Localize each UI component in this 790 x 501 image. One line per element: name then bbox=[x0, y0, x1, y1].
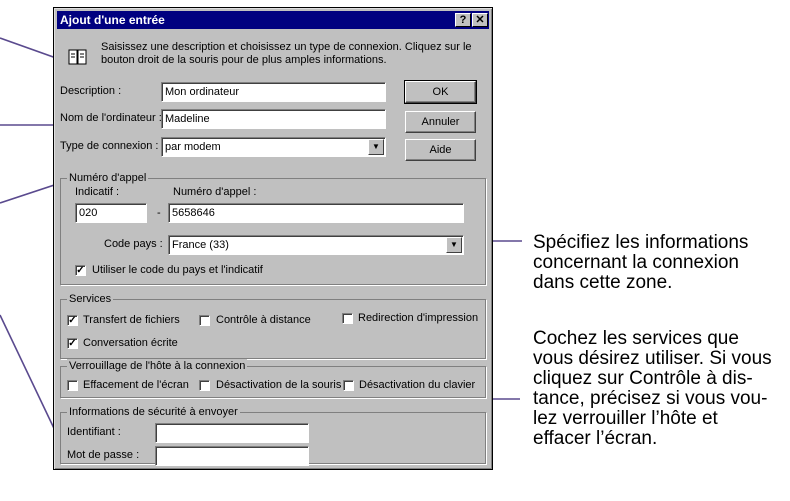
computer-name-label: Nom de l'ordinateur : bbox=[60, 112, 162, 124]
file-transfer-checkbox[interactable]: ✓ bbox=[67, 315, 78, 326]
close-icon[interactable]: ✕ bbox=[472, 13, 488, 27]
print-redirect-checkbox[interactable] bbox=[342, 313, 353, 324]
security-group-title: Informations de sécurité à envoyer bbox=[67, 405, 240, 419]
security-group: Informations de sécurité à envoyer Ident… bbox=[60, 405, 486, 466]
phone-group-title: Numéro d'appel bbox=[67, 171, 149, 185]
intro-text-1: Saisissez une description et choisissez … bbox=[101, 41, 472, 53]
password-label: Mot de passe : bbox=[67, 449, 140, 461]
connection-type-label: Type de connexion : bbox=[60, 140, 159, 152]
help-button[interactable]: Aide bbox=[405, 139, 476, 161]
clear-screen-label: Effacement de l'écran bbox=[83, 379, 189, 391]
disable-mouse-label: Désactivation de la souris bbox=[216, 379, 342, 391]
country-code-value: France (33) bbox=[172, 239, 229, 251]
chat-label: Conversation écrite bbox=[83, 337, 178, 349]
note2-line: Cochez les services que bbox=[533, 328, 739, 349]
country-code-label: Code pays : bbox=[104, 238, 163, 250]
add-entry-dialog: Ajout d'une entrée ? ✕ Saisissez une des… bbox=[53, 7, 493, 470]
help-icon[interactable]: ? bbox=[455, 13, 471, 27]
note1-line: Spécifiez les informations bbox=[533, 232, 749, 253]
id-label: Identifiant : bbox=[67, 426, 121, 438]
phone-group: Numéro d'appel Indicatif : Numéro d'appe… bbox=[60, 171, 486, 285]
lock-group-title: Verrouillage de l'hôte à la connexion bbox=[67, 359, 248, 373]
connection-type-select[interactable]: par modem ▼ bbox=[161, 137, 386, 157]
intro-text-2: bouton droit de la souris pour de plus a… bbox=[101, 54, 387, 66]
chevron-down-icon[interactable]: ▼ bbox=[446, 237, 462, 253]
chevron-down-icon[interactable]: ▼ bbox=[368, 139, 384, 155]
note2-line: tance, précisez si vous vou- bbox=[533, 388, 768, 409]
password-field[interactable] bbox=[155, 446, 309, 466]
dash-separator: - bbox=[157, 207, 161, 219]
prefix-field[interactable]: 020 bbox=[75, 203, 147, 223]
print-redirect-label: Redirection d'impression bbox=[358, 312, 479, 324]
annotation-note-1: Spécifiez les informations concernant la… bbox=[533, 233, 748, 293]
id-field[interactable] bbox=[155, 423, 309, 443]
remote-control-checkbox[interactable] bbox=[199, 315, 210, 326]
dialog-titlebar: Ajout d'une entrée ? ✕ bbox=[57, 11, 489, 29]
use-country-checkbox[interactable]: ✓ bbox=[75, 265, 86, 276]
cancel-button[interactable]: Annuler bbox=[405, 111, 476, 133]
computer-name-field[interactable]: Madeline bbox=[161, 109, 386, 129]
note2-line: cliquez sur Contrôle à dis- bbox=[533, 368, 753, 389]
chat-checkbox[interactable]: ✓ bbox=[67, 338, 78, 349]
description-label: Description : bbox=[60, 85, 122, 97]
prefix-label: Indicatif : bbox=[75, 186, 120, 198]
number-label: Numéro d'appel : bbox=[173, 186, 257, 198]
clear-screen-checkbox[interactable] bbox=[67, 380, 78, 391]
note2-line: lez verrouiller l’hôte et bbox=[533, 408, 718, 429]
note2-line: effacer l’écran. bbox=[533, 428, 658, 449]
dialog-title: Ajout d'une entrée bbox=[60, 13, 165, 27]
remote-control-label: Contrôle à distance bbox=[216, 314, 311, 326]
info-book-icon bbox=[68, 48, 88, 66]
use-country-label: Utiliser le code du pays et l'indicatif bbox=[92, 264, 263, 276]
services-group: Services ✓ Transfert de fichiers Contrôl… bbox=[60, 292, 486, 359]
country-code-select[interactable]: France (33) ▼ bbox=[168, 235, 464, 255]
services-group-title: Services bbox=[67, 292, 114, 306]
ok-button[interactable]: OK bbox=[404, 80, 477, 104]
annotation-note-2: Cochez les services que vous désirez uti… bbox=[533, 329, 772, 449]
disable-keyboard-checkbox[interactable] bbox=[343, 380, 354, 391]
connection-type-value: par modem bbox=[165, 141, 221, 153]
note2-line: vous désirez utiliser. Si vous bbox=[533, 348, 772, 369]
note1-line: dans cette zone. bbox=[533, 272, 673, 293]
disable-mouse-checkbox[interactable] bbox=[199, 380, 210, 391]
file-transfer-label: Transfert de fichiers bbox=[83, 314, 180, 326]
phone-number-field[interactable]: 5658646 bbox=[168, 203, 464, 223]
description-field[interactable]: Mon ordinateur bbox=[161, 82, 386, 102]
disable-keyboard-label: Désactivation du clavier bbox=[359, 379, 476, 391]
lock-group: Verrouillage de l'hôte à la connexion Ef… bbox=[60, 359, 486, 398]
note1-line: concernant la connexion bbox=[533, 252, 739, 273]
